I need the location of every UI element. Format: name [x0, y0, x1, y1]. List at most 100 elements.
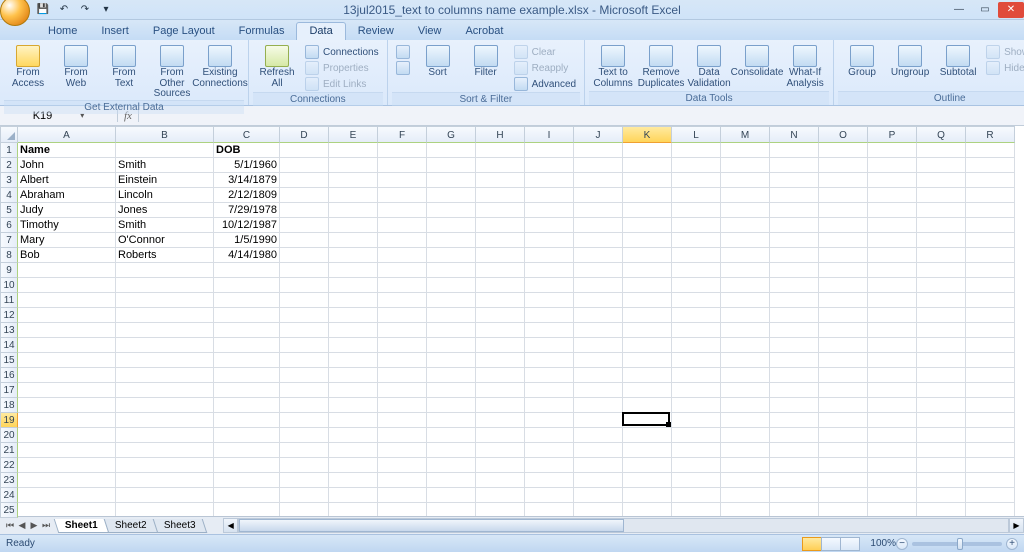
- cell-B21[interactable]: [116, 443, 214, 458]
- cell-B6[interactable]: Smith: [116, 218, 214, 233]
- cell-A24[interactable]: [18, 488, 116, 503]
- cell-D4[interactable]: [280, 188, 329, 203]
- tab-view[interactable]: View: [406, 23, 454, 40]
- row-header-4[interactable]: 4: [0, 188, 18, 203]
- cell-P15[interactable]: [868, 353, 917, 368]
- cell-Q21[interactable]: [917, 443, 966, 458]
- cell-N2[interactable]: [770, 158, 819, 173]
- row-header-7[interactable]: 7: [0, 233, 18, 248]
- row-header-9[interactable]: 9: [0, 263, 18, 278]
- cell-Q4[interactable]: [917, 188, 966, 203]
- cell-O21[interactable]: [819, 443, 868, 458]
- cell-C6[interactable]: 10/12/1987: [214, 218, 280, 233]
- cell-R13[interactable]: [966, 323, 1015, 338]
- cell-C10[interactable]: [214, 278, 280, 293]
- cell-E9[interactable]: [329, 263, 378, 278]
- cell-Q13[interactable]: [917, 323, 966, 338]
- cell-G19[interactable]: [427, 413, 476, 428]
- cell-A3[interactable]: Albert: [18, 173, 116, 188]
- tab-page-layout[interactable]: Page Layout: [141, 23, 227, 40]
- cell-E1[interactable]: [329, 143, 378, 158]
- tab-insert[interactable]: Insert: [89, 23, 141, 40]
- cell-C24[interactable]: [214, 488, 280, 503]
- cell-A8[interactable]: Bob: [18, 248, 116, 263]
- cell-D11[interactable]: [280, 293, 329, 308]
- cell-O23[interactable]: [819, 473, 868, 488]
- cell-P2[interactable]: [868, 158, 917, 173]
- row-header-14[interactable]: 14: [0, 338, 18, 353]
- cell-R4[interactable]: [966, 188, 1015, 203]
- cell-E10[interactable]: [329, 278, 378, 293]
- cell-F9[interactable]: [378, 263, 427, 278]
- zoom-in-button[interactable]: +: [1006, 538, 1018, 550]
- cell-G2[interactable]: [427, 158, 476, 173]
- cell-I13[interactable]: [525, 323, 574, 338]
- hscroll-right-icon[interactable]: ▶: [1009, 518, 1024, 533]
- cell-H25[interactable]: [476, 503, 525, 516]
- cell-O13[interactable]: [819, 323, 868, 338]
- sheet-nav-next-icon[interactable]: ▶: [28, 520, 40, 531]
- cell-F23[interactable]: [378, 473, 427, 488]
- cell-A22[interactable]: [18, 458, 116, 473]
- cell-H10[interactable]: [476, 278, 525, 293]
- cell-B22[interactable]: [116, 458, 214, 473]
- cell-Q9[interactable]: [917, 263, 966, 278]
- cell-F15[interactable]: [378, 353, 427, 368]
- save-icon[interactable]: 💾: [34, 2, 52, 18]
- cell-G7[interactable]: [427, 233, 476, 248]
- cell-C21[interactable]: [214, 443, 280, 458]
- cell-D19[interactable]: [280, 413, 329, 428]
- row-header-20[interactable]: 20: [0, 428, 18, 443]
- cell-E14[interactable]: [329, 338, 378, 353]
- view-normal-button[interactable]: [802, 537, 822, 551]
- cell-Q16[interactable]: [917, 368, 966, 383]
- cell-M5[interactable]: [721, 203, 770, 218]
- cell-I12[interactable]: [525, 308, 574, 323]
- cell-P16[interactable]: [868, 368, 917, 383]
- cell-A5[interactable]: Judy: [18, 203, 116, 218]
- cell-J24[interactable]: [574, 488, 623, 503]
- cell-N9[interactable]: [770, 263, 819, 278]
- cell-R1[interactable]: [966, 143, 1015, 158]
- cell-H19[interactable]: [476, 413, 525, 428]
- cell-F6[interactable]: [378, 218, 427, 233]
- cell-B18[interactable]: [116, 398, 214, 413]
- cell-I18[interactable]: [525, 398, 574, 413]
- cell-P18[interactable]: [868, 398, 917, 413]
- cell-R2[interactable]: [966, 158, 1015, 173]
- row-header-18[interactable]: 18: [0, 398, 18, 413]
- cell-Q5[interactable]: [917, 203, 966, 218]
- cell-H17[interactable]: [476, 383, 525, 398]
- what-if-button[interactable]: What-If Analysis: [783, 44, 827, 89]
- cell-C2[interactable]: 5/1/1960: [214, 158, 280, 173]
- cell-N3[interactable]: [770, 173, 819, 188]
- cell-O18[interactable]: [819, 398, 868, 413]
- cell-D21[interactable]: [280, 443, 329, 458]
- tab-formulas[interactable]: Formulas: [227, 23, 297, 40]
- cell-M22[interactable]: [721, 458, 770, 473]
- cell-K20[interactable]: [623, 428, 672, 443]
- cell-E25[interactable]: [329, 503, 378, 516]
- cell-H22[interactable]: [476, 458, 525, 473]
- cell-P14[interactable]: [868, 338, 917, 353]
- cell-C15[interactable]: [214, 353, 280, 368]
- sheet-nav-first-icon[interactable]: ⏮: [4, 520, 16, 531]
- row-header-23[interactable]: 23: [0, 473, 18, 488]
- cell-Q6[interactable]: [917, 218, 966, 233]
- data-validation-button[interactable]: Data Validation: [687, 44, 731, 89]
- cell-A16[interactable]: [18, 368, 116, 383]
- cell-M6[interactable]: [721, 218, 770, 233]
- row-header-19[interactable]: 19: [0, 413, 18, 428]
- cell-J2[interactable]: [574, 158, 623, 173]
- cell-P23[interactable]: [868, 473, 917, 488]
- cell-L9[interactable]: [672, 263, 721, 278]
- cell-P11[interactable]: [868, 293, 917, 308]
- view-page-layout-button[interactable]: [821, 537, 841, 551]
- cell-D15[interactable]: [280, 353, 329, 368]
- cell-O22[interactable]: [819, 458, 868, 473]
- cell-I22[interactable]: [525, 458, 574, 473]
- column-header-E[interactable]: E: [329, 126, 378, 143]
- row-header-21[interactable]: 21: [0, 443, 18, 458]
- cell-L13[interactable]: [672, 323, 721, 338]
- column-header-D[interactable]: D: [280, 126, 329, 143]
